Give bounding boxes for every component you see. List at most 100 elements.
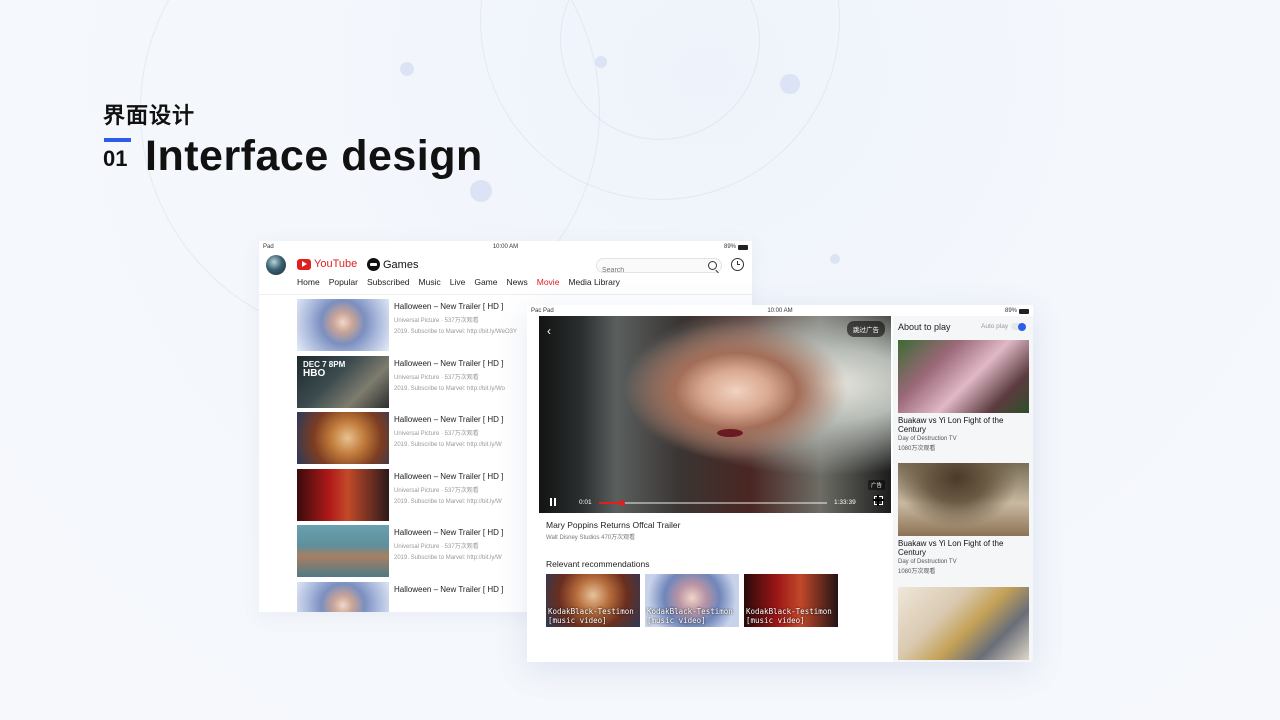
up-next-panel: About to play Auto play Buakaw vs Yi Lon… (893, 316, 1033, 662)
relevant-item[interactable]: KodakBlack-Testimon [music video] (546, 574, 640, 627)
up-next-card[interactable]: Buakaw vs Yi Lon Fight of the Century Da… (898, 340, 1029, 452)
video-info: Halloween – New Trailer [ HD ] Universal… (394, 412, 503, 468)
relevant-caption: KodakBlack-Testimon [music video] (548, 607, 634, 625)
hbo-logo: HBO (303, 367, 326, 379)
search-icon[interactable] (708, 261, 717, 270)
status-time: 10:00 AM (767, 308, 793, 314)
up-next-heading: About to play (898, 322, 951, 332)
list-item[interactable]: Halloween – New Trailer [ HD ] Universal… (297, 468, 517, 525)
video-desc: 2019. Subscribe to Marvel: http://bit.ly… (394, 329, 517, 335)
video-info: Halloween – New Trailer [ HD ] Universal… (394, 299, 517, 355)
caption-line1: KodakBlack-Testimon (548, 607, 634, 616)
video-thumbnail[interactable] (297, 525, 389, 577)
video-list: Halloween – New Trailer [ HD ] Universal… (297, 299, 517, 612)
youtube-play-icon (297, 258, 311, 270)
up-next-title[interactable]: Buakaw vs Yi Lon Fight of the Century (898, 416, 1029, 434)
up-next-card[interactable] (898, 587, 1029, 660)
relevant-list: KodakBlack-Testimon [music video] KodakBl… (546, 574, 838, 627)
list-item[interactable]: DEC 7 8PM HBO Halloween – New Trailer [ H… (297, 355, 517, 412)
list-item[interactable]: Halloween – New Trailer [ HD ] (297, 581, 517, 613)
video-thumbnail[interactable] (297, 412, 389, 464)
video-title[interactable]: Halloween – New Trailer [ HD ] (394, 472, 503, 481)
search-input[interactable] (597, 264, 697, 277)
video-title[interactable]: Halloween – New Trailer [ HD ] (394, 359, 505, 368)
up-next-card[interactable]: Buakaw vs Yi Lon Fight of the Century Da… (898, 463, 1029, 575)
movie-title: Mary Poppins Returns Offcal Trailer (546, 520, 681, 530)
list-item[interactable]: Halloween – New Trailer [ HD ] Universal… (297, 412, 517, 468)
pause-icon[interactable] (550, 498, 556, 506)
video-title[interactable]: Halloween – New Trailer [ HD ] (394, 415, 503, 424)
youtube-tab[interactable]: YouTube (297, 258, 357, 270)
video-meta: Universal Picture · 537万次观看 (394, 544, 479, 550)
up-next-thumbnail[interactable] (898, 463, 1029, 536)
bg-dot (595, 56, 607, 68)
autoplay-toggle[interactable] (1011, 322, 1027, 331)
autoplay-control[interactable]: Auto play (981, 322, 1027, 331)
list-item[interactable]: Halloween – New Trailer [ HD ] Universal… (297, 299, 517, 355)
back-arrow-icon[interactable]: ‹ (547, 324, 551, 338)
video-frame-detail (717, 429, 743, 437)
up-next-channel: Day of Destruction TV (898, 559, 957, 565)
nav-home[interactable]: Home (297, 277, 320, 287)
relevant-caption: KodakBlack-Testimon [music video] (746, 607, 832, 625)
caption-line2: [music video] (647, 616, 706, 625)
caption-line1: KodakBlack-Testimon (746, 607, 832, 616)
gamepad-icon (367, 258, 380, 271)
thumbnail-overlay: DEC 7 8PM HBO (303, 360, 345, 379)
skip-ad-button[interactable]: 跳过广告 (847, 321, 885, 337)
battery-percent: 89% (1004, 308, 1017, 314)
app-header: YouTube Games Home Popular Subscribed Mu… (259, 253, 752, 295)
caption-line2: [music video] (548, 616, 607, 625)
nav-live[interactable]: Live (450, 277, 466, 287)
video-thumbnail[interactable] (297, 468, 389, 521)
relevant-item[interactable]: KodakBlack-Testimon [music video] (744, 574, 838, 627)
nav-movie[interactable]: Movie (537, 277, 560, 287)
status-battery: 89% (724, 244, 748, 250)
video-title[interactable]: Halloween – New Trailer [ HD ] (394, 528, 503, 537)
video-meta: Universal Picture · 537万次观看 (394, 431, 479, 437)
nav-music[interactable]: Music (419, 277, 441, 287)
video-thumbnail[interactable]: DEC 7 8PM HBO (297, 355, 389, 408)
video-desc: 2019. Subscribe to Marvel: http://bit.ly… (394, 555, 502, 561)
up-next-title[interactable]: Buakaw vs Yi Lon Fight of the Century (898, 539, 1029, 557)
video-thumbnail[interactable] (297, 581, 389, 612)
bg-dot (780, 74, 800, 94)
history-clock-icon[interactable] (731, 258, 744, 271)
video-title[interactable]: Halloween – New Trailer [ HD ] (394, 585, 503, 594)
nav-subscribed[interactable]: Subscribed (367, 277, 410, 287)
nav-game[interactable]: Game (474, 277, 497, 287)
nav-news[interactable]: News (506, 277, 527, 287)
bg-dot (400, 62, 414, 76)
avatar[interactable] (266, 255, 286, 275)
up-next-views: 1080万次观看 (898, 446, 936, 452)
video-info: Halloween – New Trailer [ HD ] Universal… (394, 356, 505, 412)
relevant-heading: Relevant recommendations (546, 559, 650, 569)
battery-icon (738, 244, 748, 250)
ad-badge: 广告 (867, 480, 885, 490)
up-next-thumbnail[interactable] (898, 587, 1029, 660)
video-title[interactable]: Halloween – New Trailer [ HD ] (394, 302, 517, 311)
battery-percent: 89% (723, 244, 736, 250)
relevant-item[interactable]: KodakBlack-Testimon [music video] (645, 574, 739, 627)
current-time: 0:01 (579, 499, 592, 506)
header-divider (259, 294, 752, 295)
video-desc: 2019. Subscribe to Marvel: http://bit.ly… (394, 385, 505, 392)
video-thumbnail[interactable] (297, 299, 389, 351)
heading-number: 01 (103, 146, 128, 171)
video-player[interactable]: ‹ 跳过广告 广告 0:01 1:33:39 (539, 316, 891, 513)
progress-handle[interactable] (618, 500, 625, 506)
player-controls: 0:01 1:33:39 (539, 491, 891, 513)
progress-bar[interactable] (599, 500, 827, 506)
status-bar: Pad 10:00 AM 89% (259, 241, 752, 253)
video-meta: Universal Picture · 537万次观看 (394, 487, 479, 494)
fullscreen-icon[interactable] (873, 495, 884, 506)
up-next-channel: Day of Destruction TV (898, 436, 957, 442)
list-item[interactable]: Halloween – New Trailer [ HD ] Universal… (297, 525, 517, 581)
video-info: Halloween – New Trailer [ HD ] (394, 582, 503, 613)
search-box[interactable] (596, 258, 722, 277)
up-next-thumbnail[interactable] (898, 340, 1029, 413)
accent-bar (104, 138, 131, 142)
games-tab[interactable]: Games (367, 258, 418, 271)
nav-media-library[interactable]: Media Library (568, 277, 620, 287)
nav-popular[interactable]: Popular (329, 277, 358, 287)
